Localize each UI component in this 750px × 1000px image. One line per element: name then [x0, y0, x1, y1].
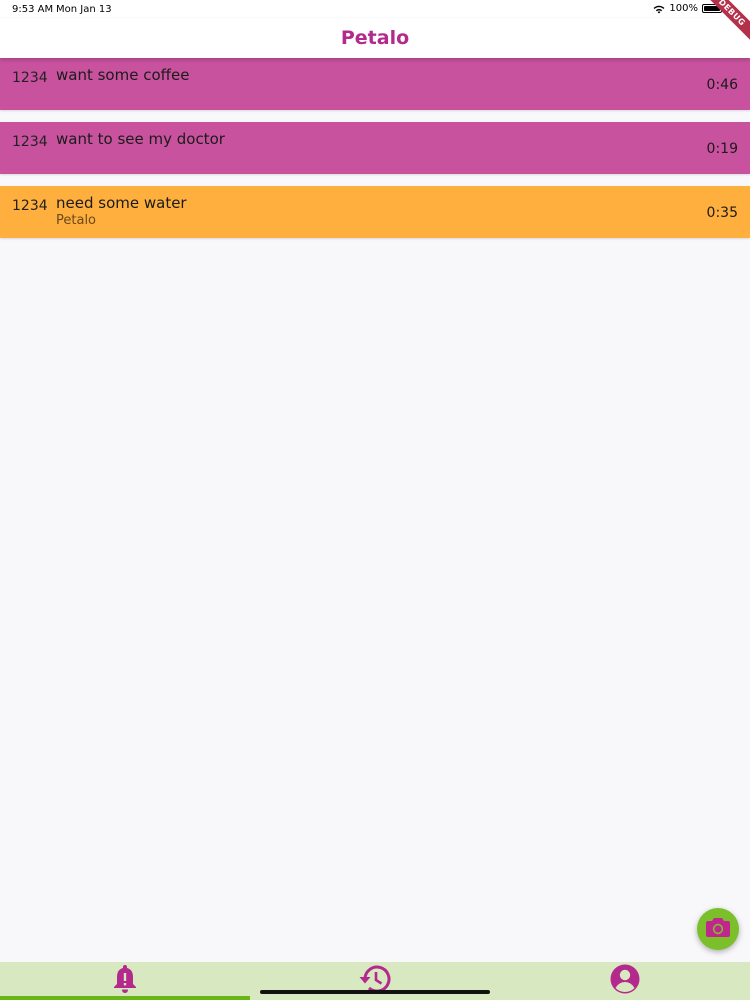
- request-message: need some water: [56, 194, 187, 212]
- room-number: 1234: [12, 134, 48, 150]
- room-number: 1234: [12, 198, 48, 214]
- nav-selected-indicator: [0, 996, 250, 1000]
- request-message: want some coffee: [56, 66, 190, 84]
- bell-alert-icon: [112, 964, 138, 998]
- app-title: Petalo: [340, 27, 410, 49]
- request-timer: 0:35: [706, 205, 738, 221]
- request-timer: 0:19: [706, 141, 738, 157]
- status-indicators: 100%: [653, 3, 722, 14]
- nav-item-alerts[interactable]: [0, 962, 250, 1000]
- status-bar: 9:53 AM Mon Jan 13 100%: [0, 0, 750, 18]
- camera-icon: [706, 916, 730, 942]
- request-row[interactable]: 1234 want some coffee 0:46: [0, 58, 750, 110]
- app-screen: 9:53 AM Mon Jan 13 100% DEBUG Petalo 123…: [0, 0, 750, 1000]
- status-time: 9:53 AM: [12, 4, 54, 15]
- home-indicator: [260, 990, 490, 994]
- wifi-icon: [653, 4, 665, 14]
- app-bar: Petalo: [0, 18, 750, 58]
- request-row[interactable]: 1234 want to see my doctor 0:19: [0, 122, 750, 174]
- room-number: 1234: [12, 70, 48, 86]
- request-message: want to see my doctor: [56, 130, 225, 148]
- request-list: 1234 want some coffee 0:46 1234 want to …: [0, 58, 750, 250]
- nav-item-profile[interactable]: [500, 962, 750, 1000]
- request-timer: 0:46: [706, 77, 738, 93]
- nav-item-history[interactable]: [250, 962, 500, 1000]
- request-responder: Petalo: [56, 213, 97, 228]
- status-date: Mon Jan 13: [56, 4, 112, 15]
- account-circle-icon: [610, 964, 640, 998]
- request-row[interactable]: 1234 need some water Petalo 0:35: [0, 186, 750, 238]
- camera-button[interactable]: [697, 908, 739, 950]
- bottom-navigation: [0, 962, 750, 1000]
- battery-percent: 100%: [669, 3, 698, 14]
